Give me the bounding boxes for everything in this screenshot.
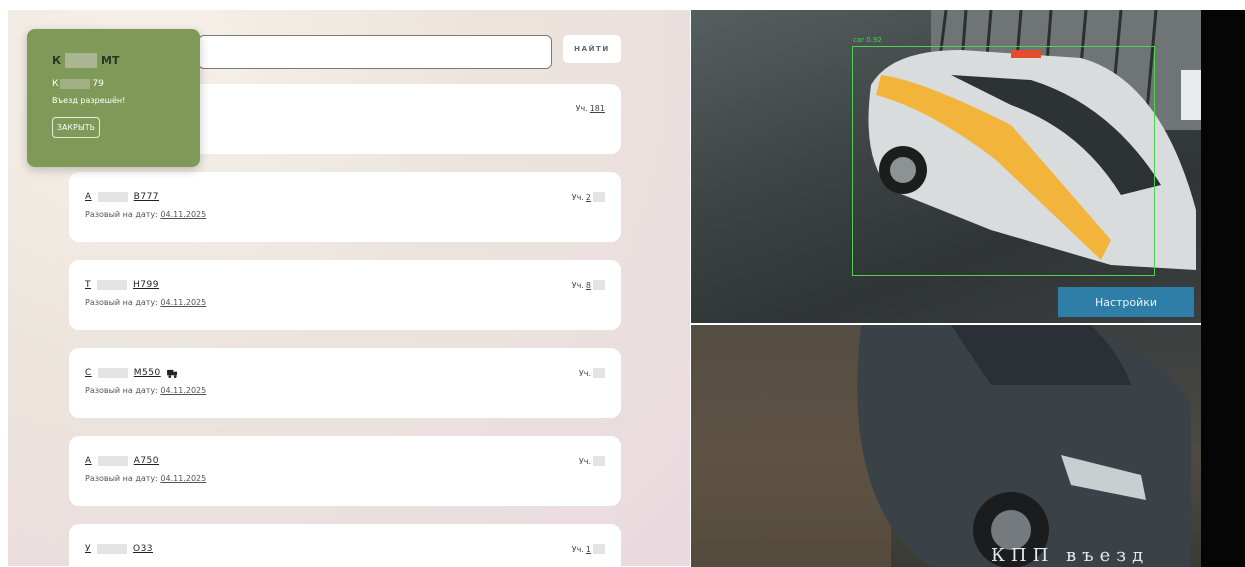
camera-image: [691, 325, 1191, 567]
popup-message: Въезд разрешён!: [52, 96, 126, 105]
camera-feed-entry: car 0.92 Настройки: [691, 10, 1201, 323]
access-popup: К МТ К 79 Въезд разрешён! ЗАКРЫТЬ: [27, 29, 200, 167]
truck-icon: [166, 369, 177, 378]
plate-number[interactable]: А В777: [85, 192, 159, 202]
search-input[interactable]: [198, 35, 552, 69]
popup-title: К МТ: [52, 53, 120, 68]
list-item[interactable]: Т Н799 Разовый на дату: 04.11.2025 Уч. 8: [69, 260, 621, 330]
pass-date[interactable]: 04.11.2025: [160, 210, 206, 219]
list-item[interactable]: У О33 Уч. 1: [69, 524, 621, 566]
lot-number: Уч.: [579, 456, 605, 466]
close-button[interactable]: ЗАКРЫТЬ: [52, 117, 101, 138]
lot-number: Уч. 1: [572, 544, 605, 554]
camera-feed-gate: КПП въезд: [691, 325, 1201, 567]
plate-number[interactable]: С М550: [85, 368, 178, 378]
list-item[interactable]: А А750 Разовый на дату: 04.11.2025 Уч.: [69, 436, 621, 506]
lot-number: Уч. 2: [572, 192, 605, 202]
pass-date[interactable]: 04.11.2025: [160, 298, 206, 307]
pass-subtitle: Разовый на дату: 04.11.2025: [85, 474, 207, 483]
pass-subtitle: Разовый на дату: 04.11.2025: [85, 386, 207, 395]
pass-date[interactable]: 04.11.2025: [160, 474, 206, 483]
lot-number: Уч.: [579, 368, 605, 378]
list-item[interactable]: А В777 Разовый на дату: 04.11.2025 Уч. 2: [69, 172, 621, 242]
camera-label: КПП въезд: [991, 545, 1150, 566]
list-item[interactable]: С М550 Разовый на дату: 04.11.2025 Уч.: [69, 348, 621, 418]
detection-tag: car 0.92: [853, 36, 882, 44]
detection-box: [852, 46, 1155, 276]
lot-number: Уч. 181: [575, 104, 605, 113]
settings-button[interactable]: Настройки: [1058, 287, 1194, 317]
search-button[interactable]: НАЙТИ: [563, 35, 621, 63]
pass-date[interactable]: 04.11.2025: [160, 386, 206, 395]
pass-subtitle: Разовый на дату: 04.11.2025: [85, 210, 207, 219]
pass-subtitle: Разовый на дату: 04.11.2025: [85, 298, 207, 307]
screen-edge: [1201, 10, 1245, 567]
plate-number[interactable]: А А750: [85, 456, 159, 466]
popup-plate: К 79: [52, 79, 104, 89]
lot-number: Уч. 8: [572, 280, 605, 290]
plate-number[interactable]: Т Н799: [85, 280, 159, 290]
plate-number[interactable]: У О33: [85, 544, 153, 554]
